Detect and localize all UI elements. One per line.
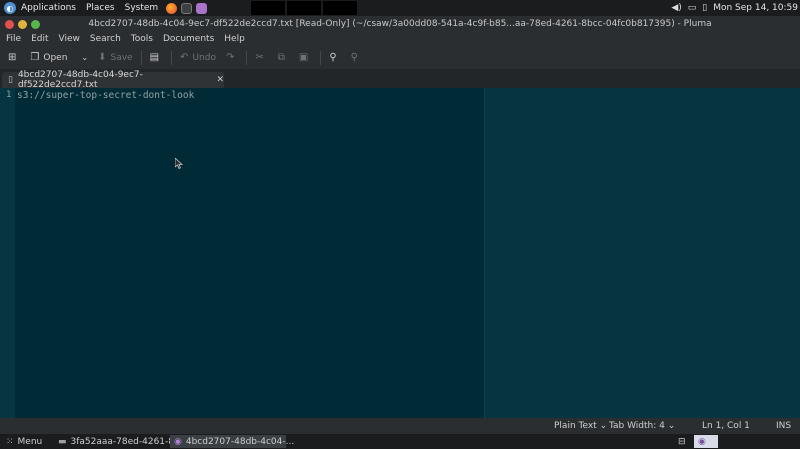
menubar: File Edit View Search Tools Documents He… [0,32,800,46]
taskbar-item-label: 3fa52aaa-78ed-4261-8... [70,436,183,447]
redacted-block [287,1,321,15]
replace-button[interactable]: ⚲ [346,48,367,68]
terminal-icon[interactable] [181,2,193,14]
close-tab-icon[interactable]: ✕ [216,75,224,85]
search-replace-icon: ⚲ [350,52,358,63]
text-editor-area[interactable]: 1 s3://super-top-secret-dont-look [0,88,800,418]
undo-label: Undo [192,52,216,63]
toolbar-separator [140,50,142,65]
distro-logo-icon[interactable]: ◐ [4,2,16,14]
text-editor-icon: ◉ [174,436,182,447]
toolbar-separator [171,50,173,65]
toolbar: ⊞ ❐ Open ⌄ ⬇ Save ▤ ↶ Undo ↷ ✂ ⧉ ▣ ⚲ ⚲ [0,46,800,70]
open-button[interactable]: ❐ Open ⌄ [25,48,93,68]
save-button[interactable]: ⬇ Save [93,48,137,68]
undo-button[interactable]: ↶ Undo [175,48,221,68]
menu-documents[interactable]: Documents [163,34,214,44]
language-label: Plain Text [554,421,597,431]
save-icon: ⬇ [98,52,107,63]
cursor-position: Ln 1, Col 1 [702,421,750,431]
power-icon[interactable]: ▯ [702,3,707,13]
line-number-gutter: 1 [0,88,15,418]
taskbar-item-folder[interactable]: ▬ 3fa52aaa-78ed-4261-8... [54,435,187,448]
tab-label: 4bcd2707-48db-4c04-9ec7-df522de2ccd7.txt [17,70,143,90]
redacted-block [251,1,285,15]
menu-tools[interactable]: Tools [131,34,153,44]
show-desktop-icon[interactable]: ⊟ [674,435,690,448]
open-icon: ❐ [30,52,40,63]
menu-applications[interactable]: Applications [21,3,76,13]
toolbar-separator [246,50,248,65]
save-label: Save [110,52,133,63]
redacted-block [323,1,357,15]
line-number: 1 [6,90,12,100]
redo-icon: ↷ [225,52,235,63]
redo-button[interactable]: ↷ [221,48,243,68]
new-document-icon: ⊞ [8,52,17,63]
scissors-icon: ✂ [255,52,264,63]
volume-icon[interactable]: ◀) [671,3,681,13]
text-editor-icon[interactable] [196,2,208,14]
code-line[interactable]: s3://super-top-secret-dont-look [17,90,194,101]
cut-button[interactable]: ✂ [250,48,272,68]
menu-system[interactable]: System [125,3,159,13]
network-icon[interactable]: ▭ [688,3,697,13]
undo-icon: ↶ [180,52,189,63]
menu-search[interactable]: Search [90,34,121,44]
language-selector[interactable]: Plain Text ⌄ [554,421,607,431]
menu-help[interactable]: Help [224,34,245,44]
tab-document[interactable]: ▯ 4bcd2707-48db-4c04-9ec7-df522de2ccd7.t… [2,70,224,90]
menu-button[interactable]: ⁙ Menu [2,435,46,448]
firefox-icon[interactable] [166,2,178,14]
document-tabbar: ▯ 4bcd2707-48db-4c04-9ec7-df522de2ccd7.t… [0,70,800,90]
paste-button[interactable]: ▣ [294,48,317,68]
find-button[interactable]: ⚲ [324,48,345,68]
menu-places[interactable]: Places [86,3,115,13]
chevron-down-icon: ⌄ [599,421,608,431]
workspace-switcher[interactable]: ◉ [694,435,718,448]
taskbar-item-label: 4bcd2707-48db-4c04-... [185,436,295,447]
insert-mode: INS [776,421,792,431]
mouse-pointer-icon [175,158,183,169]
print-button[interactable]: ▤ [145,48,168,68]
copy-button[interactable]: ⧉ [273,48,294,68]
open-label: Open [43,52,68,63]
window-title: 4bcd2707-48db-4c04-9ec7-df522de2ccd7.txt… [88,19,712,29]
taskbar-item-editor[interactable]: ◉ 4bcd2707-48db-4c04-... [170,435,294,448]
menu-edit[interactable]: Edit [31,34,48,44]
open-dropdown-icon[interactable]: ⌄ [81,53,88,62]
menu-view[interactable]: View [59,34,80,44]
system-tray: ◀) ▭ ▯ Mon Sep 14, 10:59 [671,0,800,16]
tab-width-selector[interactable]: Tab Width: 4 ⌄ [609,421,675,431]
document-icon: ▯ [8,75,13,85]
bottom-taskbar: ⁙ Menu ▬ 3fa52aaa-78ed-4261-8... ◉ 4bcd2… [0,434,800,449]
grid-menu-icon: ⁙ [6,436,14,447]
menu-file[interactable]: File [6,34,21,44]
menu-button-label: Menu [17,436,43,447]
printer-icon: ▤ [149,52,160,63]
tab-width-label: Tab Width: 4 [609,421,665,431]
statusbar: Plain Text ⌄ Tab Width: 4 ⌄ Ln 1, Col 1 … [0,418,800,434]
folder-icon: ▬ [58,436,67,447]
clock[interactable]: Mon Sep 14, 10:59 [713,3,798,13]
paste-icon: ▣ [298,52,309,63]
window-titlebar[interactable]: 4bcd2707-48db-4c04-9ec7-df522de2ccd7.txt… [0,16,800,32]
search-icon: ⚲ [329,52,337,63]
toolbar-separator [320,50,322,65]
chevron-down-icon: ⌄ [667,421,676,431]
copy-icon: ⧉ [277,52,285,63]
right-margin-area [484,88,800,418]
new-document-button[interactable]: ⊞ [3,48,25,68]
